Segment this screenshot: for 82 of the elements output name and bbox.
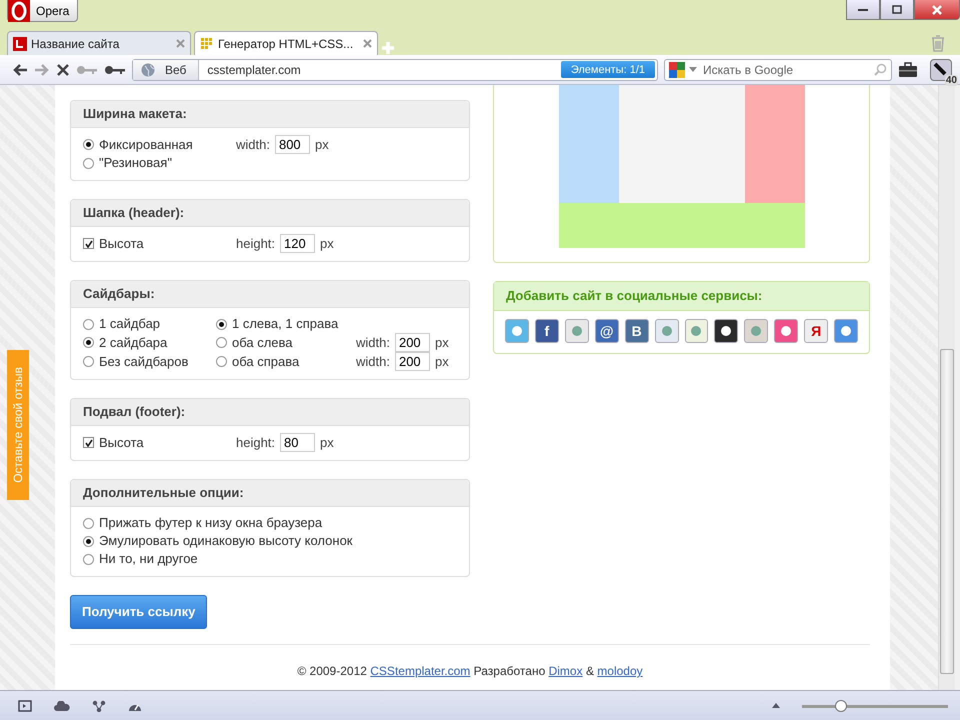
- unit-label: px: [434, 334, 449, 352]
- radio-option[interactable]: Без сайдбаров: [83, 352, 216, 370]
- radio-option[interactable]: Эмулировать одинаковую высоту колонок: [83, 532, 457, 550]
- radio-option[interactable]: оба слева: [216, 334, 356, 352]
- panel-title: Ширина макета:: [71, 101, 469, 128]
- panel-title: Сайдбары:: [71, 281, 469, 308]
- share-service-button[interactable]: f: [534, 319, 559, 343]
- key-icon[interactable]: [104, 64, 126, 74]
- stop-icon[interactable]: [56, 62, 70, 76]
- site-favicon-icon: [13, 36, 27, 50]
- web-label: Веб: [165, 62, 186, 78]
- panel-title: Дополнительные опции:: [71, 480, 469, 507]
- close-icon: [932, 4, 942, 14]
- number-field[interactable]: 200: [394, 352, 430, 371]
- share-service-button[interactable]: [714, 319, 738, 343]
- field-label: width:: [236, 136, 270, 154]
- field-label: height:: [236, 434, 276, 452]
- field-label: width:: [356, 334, 390, 352]
- cloud-icon[interactable]: [54, 700, 70, 710]
- panel-title: Подвал (footer):: [71, 399, 469, 426]
- radio-option[interactable]: Ни то, ни другое: [83, 550, 457, 568]
- briefcase-icon[interactable]: [898, 62, 918, 78]
- close-button[interactable]: [914, 0, 960, 20]
- field-label: width:: [356, 352, 390, 370]
- footer-link[interactable]: Dimox: [548, 664, 583, 678]
- radio-option[interactable]: оба справа: [216, 352, 356, 370]
- check-icon: [84, 240, 92, 248]
- share-nodes-icon[interactable]: [92, 700, 106, 712]
- radio-option[interactable]: 1 слева, 1 справа: [216, 315, 356, 333]
- trash-icon[interactable]: [930, 34, 946, 52]
- number-field[interactable]: 120: [280, 234, 316, 253]
- globe-icon: [141, 62, 155, 76]
- caret-icon: [689, 67, 697, 72]
- minimize-button[interactable]: [846, 0, 880, 20]
- checkbox-option[interactable]: Высота: [83, 234, 236, 252]
- field-label: height:: [236, 234, 276, 252]
- unit-label: px: [434, 352, 449, 370]
- close-icon[interactable]: [363, 39, 372, 48]
- number-field[interactable]: 800: [274, 135, 310, 154]
- zoom-slider-thumb[interactable]: [835, 700, 848, 712]
- share-service-button[interactable]: Я: [804, 319, 828, 343]
- number-field[interactable]: 80: [280, 433, 316, 452]
- browser-tab[interactable]: Название сайта: [7, 31, 191, 55]
- check-icon: [84, 438, 92, 446]
- google-logo-icon: [669, 62, 685, 78]
- radio-option[interactable]: 1 сайдбар: [83, 315, 216, 333]
- tab-count-badge: 40: [944, 74, 958, 86]
- share-service-button[interactable]: B: [624, 319, 649, 343]
- number-field[interactable]: 200: [394, 333, 430, 352]
- address-field[interactable]: Веб csstemplater.com Элементы: 1/1: [132, 58, 658, 80]
- radio-option[interactable]: "Резиновая": [83, 154, 457, 172]
- scrollbar[interactable]: [938, 85, 955, 690]
- maximize-icon: [892, 5, 902, 14]
- radio-option[interactable]: Прижать футер к низу окна браузера: [83, 514, 457, 532]
- copyright-text: © 2009-2012 CSStemplater.com Разработано Dimox & molodoy: [296, 663, 644, 680]
- panel-toggle-icon[interactable]: [18, 700, 32, 712]
- unit-label: px: [320, 434, 334, 452]
- scrollbar-thumb[interactable]: [940, 349, 954, 674]
- search-icon: [874, 63, 887, 76]
- close-icon[interactable]: [176, 39, 185, 48]
- caret-up-icon[interactable]: [772, 703, 780, 708]
- share-title: Добавить сайт в социальные сервисы:: [494, 282, 869, 311]
- forward-icon[interactable]: [34, 62, 50, 76]
- opera-menu-button[interactable]: Opera: [7, 0, 78, 22]
- find-results-badge: Элементы: 1/1: [560, 61, 655, 78]
- footer-link[interactable]: CSStemplater.com: [370, 664, 470, 678]
- checkbox-option[interactable]: Высота: [83, 434, 236, 452]
- address-text: csstemplater.com: [206, 62, 301, 78]
- browser-tab[interactable]: Генератор HTML+CSS...: [194, 31, 378, 55]
- panel-title: Шапка (header):: [71, 200, 469, 227]
- minimize-icon: [858, 8, 868, 12]
- opera-logo-icon: [8, 0, 30, 22]
- footer-link[interactable]: molodoy: [597, 664, 643, 678]
- unit-label: px: [320, 234, 334, 252]
- search-field[interactable]: Искать в Google: [664, 58, 892, 80]
- maximize-button[interactable]: [880, 0, 914, 20]
- unit-label: px: [314, 136, 329, 154]
- share-service-button[interactable]: @: [594, 319, 619, 343]
- back-icon[interactable]: [12, 62, 28, 76]
- radio-option[interactable]: 2 сайдбара: [83, 334, 216, 352]
- grid-favicon-icon: [200, 36, 214, 50]
- radio-option[interactable]: Фиксированная: [83, 136, 236, 154]
